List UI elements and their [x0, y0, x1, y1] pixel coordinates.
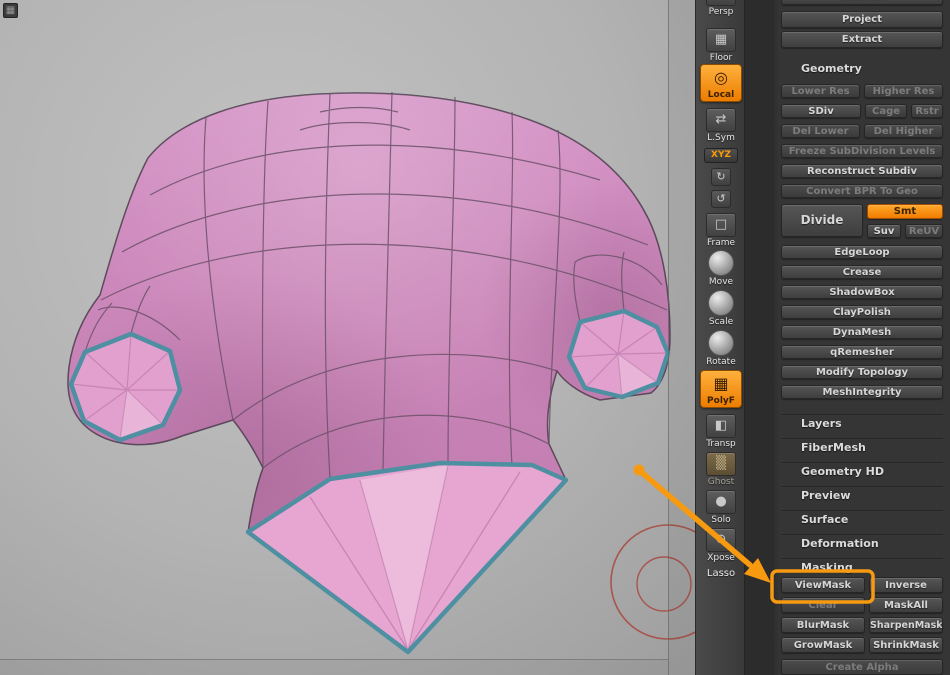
shelf-transp-button[interactable]: ◧ Transp: [699, 414, 743, 449]
solo-label: Solo: [711, 515, 731, 525]
inverse-button[interactable]: Inverse: [869, 577, 943, 593]
persp-label: Persp: [708, 7, 734, 17]
sdiv-slider[interactable]: SDiv: [781, 104, 861, 118]
polyf-icon: ▦: [713, 374, 729, 393]
claypolish-button[interactable]: ClayPolish: [781, 305, 943, 319]
create-alpha-button[interactable]: Create Alpha: [781, 659, 943, 675]
shelf-ghost-button[interactable]: ▒ Ghost: [699, 452, 743, 487]
extract-button[interactable]: Extract: [781, 31, 943, 48]
document-bottom-margin: [0, 660, 668, 675]
surface-section-header[interactable]: Surface: [781, 510, 943, 528]
solo-icon: ●: [706, 490, 736, 514]
move-icon: [708, 250, 734, 276]
divide-button[interactable]: Divide: [781, 204, 863, 237]
rstr-button[interactable]: Rstr: [911, 104, 943, 118]
ghost-label: Ghost: [707, 477, 735, 487]
axis-y-icon: ↻: [711, 168, 731, 186]
shelf-axis-y-button[interactable]: ↻: [699, 168, 743, 186]
floor-icon: ▦: [706, 28, 736, 52]
blurmask-button[interactable]: BlurMask: [781, 617, 865, 633]
cage-button[interactable]: Cage: [865, 104, 907, 118]
mesh-svg: [67, 91, 695, 655]
persp-icon: △: [706, 0, 736, 6]
frame-label: Frame: [706, 238, 736, 248]
doc-corner-icon[interactable]: ▦: [3, 3, 18, 18]
del-higher-button[interactable]: Del Higher: [864, 124, 943, 138]
clear-mask-button[interactable]: Clear: [781, 597, 865, 613]
layers-section-header[interactable]: Layers: [781, 414, 943, 432]
growmask-button[interactable]: GrowMask: [781, 637, 865, 653]
xyz-label: XYZ: [704, 148, 738, 163]
lasso-button[interactable]: Lasso: [696, 568, 744, 579]
shelf-xpose-button[interactable]: ⊕ Xpose: [699, 528, 743, 563]
shelf-xyz-button[interactable]: XYZ: [699, 148, 743, 163]
shelf-axis-z-button[interactable]: ↺: [699, 190, 743, 208]
viewmask-button[interactable]: ViewMask: [781, 577, 865, 593]
masking-section-header[interactable]: Masking: [781, 558, 943, 576]
transp-label: Transp: [706, 439, 736, 449]
axis-z-icon: ↺: [711, 190, 731, 208]
transp-icon: ◧: [706, 414, 736, 438]
ghost-icon: ▒: [706, 452, 736, 476]
shrinkmask-button[interactable]: ShrinkMask: [869, 637, 943, 653]
shelf-persp-button[interactable]: △ Persp: [699, 0, 743, 17]
fibermesh-section-header[interactable]: FiberMesh: [781, 438, 943, 456]
shelf-move-button[interactable]: Move: [699, 250, 743, 287]
zbrush-window: ▦ Persp ▦ Floor ◎ Local ⇄ L.Sym XYZ ↻ ↺ …: [0, 0, 950, 675]
xpose-icon: ⊕: [706, 528, 736, 552]
move-label: Move: [708, 277, 734, 287]
shelf-rotate-button[interactable]: Rotate: [699, 330, 743, 367]
edgeloop-button[interactable]: EdgeLoop: [781, 245, 943, 259]
crease-button[interactable]: Crease: [781, 265, 943, 279]
local-label: Local: [707, 90, 735, 100]
frame-icon: □: [706, 213, 736, 237]
maskall-button[interactable]: MaskAll: [869, 597, 943, 613]
shelf-polyf-button[interactable]: ▦ PolyF: [700, 370, 742, 408]
dynamesh-button[interactable]: DynaMesh: [781, 325, 943, 339]
lower-res-button[interactable]: Lower Res: [781, 84, 860, 98]
geometry-hd-section-header[interactable]: Geometry HD: [781, 462, 943, 480]
higher-res-button[interactable]: Higher Res: [864, 84, 943, 98]
shelf-frame-button[interactable]: □ Frame: [699, 213, 743, 248]
tool-panel: Remesh Project Extract Geometry Lower Re…: [745, 0, 950, 675]
xpose-label: Xpose: [707, 553, 735, 563]
viewport-canvas[interactable]: ▦: [0, 0, 695, 675]
rotate-icon: [708, 330, 734, 356]
project-button[interactable]: Project: [781, 11, 943, 28]
reuv-button[interactable]: ReUV: [905, 224, 943, 238]
scale-label: Scale: [708, 317, 734, 327]
shelf-scale-button[interactable]: Scale: [699, 290, 743, 327]
shelf-floor-button[interactable]: ▦ Floor: [699, 28, 743, 63]
mesh-left-arm-opening: [68, 331, 183, 443]
mesh-right-arm-opening: [566, 308, 671, 400]
sharpenmask-button[interactable]: SharpenMask: [869, 617, 943, 633]
local-icon: ◎: [714, 68, 728, 87]
shelf-solo-button[interactable]: ● Solo: [699, 490, 743, 525]
suv-toggle[interactable]: Suv: [867, 224, 901, 238]
deformation-section-header[interactable]: Deformation: [781, 534, 943, 552]
geometry-section-header[interactable]: Geometry: [781, 60, 943, 78]
convert-bpr-button[interactable]: Convert BPR To Geo: [781, 184, 943, 198]
shelf-lsym-button[interactable]: ⇄ L.Sym: [699, 108, 743, 143]
preview-section-header[interactable]: Preview: [781, 486, 943, 504]
modify-topology-button[interactable]: Modify Topology: [781, 365, 943, 379]
remesh-button[interactable]: Remesh: [781, 0, 943, 5]
floor-label: Floor: [709, 53, 733, 63]
document-right-margin: [669, 0, 695, 675]
freeze-subdivision-button[interactable]: Freeze SubDivision Levels: [781, 144, 943, 158]
smt-toggle[interactable]: Smt: [867, 204, 943, 219]
right-shelf: △ Persp ▦ Floor ◎ Local ⇄ L.Sym XYZ ↻ ↺ …: [695, 0, 745, 675]
lsym-icon: ⇄: [706, 108, 736, 132]
shelf-local-button[interactable]: ◎ Local: [700, 64, 742, 102]
qremesher-button[interactable]: qRemesher: [781, 345, 943, 359]
shadowbox-button[interactable]: ShadowBox: [781, 285, 943, 299]
meshintegrity-button[interactable]: MeshIntegrity: [781, 385, 943, 399]
rotate-label: Rotate: [706, 357, 736, 367]
polyf-label: PolyF: [707, 396, 735, 406]
lsym-label: L.Sym: [707, 133, 735, 143]
reconstruct-subdiv-button[interactable]: Reconstruct Subdiv: [781, 164, 943, 178]
del-lower-button[interactable]: Del Lower: [781, 124, 860, 138]
scale-icon: [708, 290, 734, 316]
